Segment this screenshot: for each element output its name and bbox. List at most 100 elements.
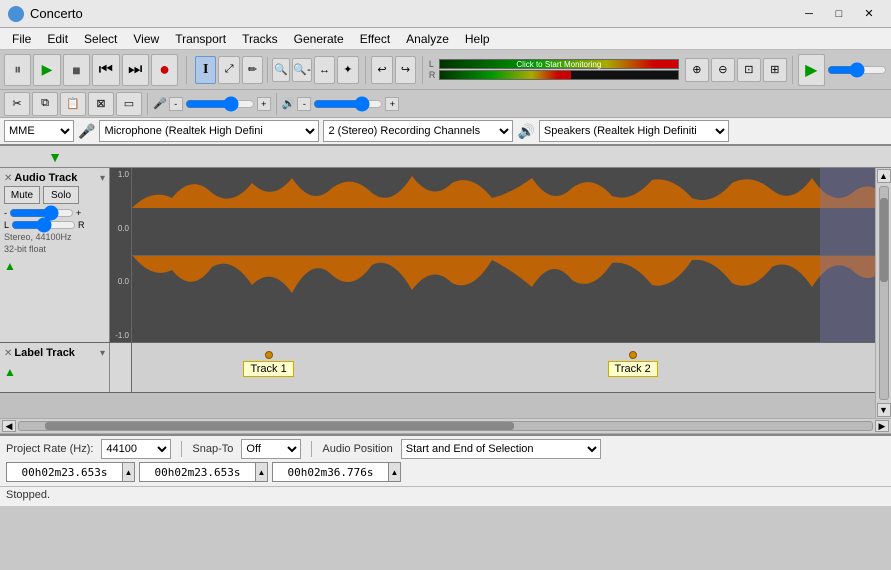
zoom-in-button[interactable]: 🔍 xyxy=(272,58,290,82)
menu-transport[interactable]: Transport xyxy=(167,30,234,48)
sep9 xyxy=(311,441,312,457)
hscroll-track[interactable] xyxy=(18,421,873,431)
label-track-content[interactable]: Track 1 Track 2 xyxy=(132,343,875,392)
audio-track-close-btn[interactable]: ✕ xyxy=(4,173,12,184)
silence-button[interactable]: ▭ xyxy=(116,92,142,116)
start-indicator[interactable]: ▼ xyxy=(48,149,62,165)
label-track-close-btn[interactable]: ✕ xyxy=(4,348,12,359)
stop-button[interactable]: ■ xyxy=(63,54,90,86)
vscroll-track[interactable] xyxy=(879,186,889,400)
multi-tool-button[interactable]: ✦ xyxy=(337,56,358,84)
vu-r-row: R xyxy=(429,70,679,80)
waveform-upper xyxy=(132,168,875,255)
close-button[interactable]: ✕ xyxy=(855,5,883,23)
skip-fwd-button[interactable]: ⏭ xyxy=(122,54,149,86)
trim-button[interactable]: ⊠ xyxy=(88,92,114,116)
solo-button[interactable]: Solo xyxy=(43,186,79,204)
pause-button[interactable]: ⏸ xyxy=(4,54,31,86)
audio-pos-spin-up[interactable]: ▲ xyxy=(122,463,134,481)
undo-button[interactable]: ↩ xyxy=(371,56,392,84)
zoom-full-button[interactable]: ⊞ xyxy=(763,58,787,82)
window-controls: ─ □ ✕ xyxy=(795,5,883,23)
selection-mode-select[interactable]: Start and End of Selection Start and Len… xyxy=(401,439,601,459)
zoom-out2-button[interactable]: ⊖ xyxy=(711,58,735,82)
draw-tool-button[interactable]: ✏ xyxy=(242,56,263,84)
start-time-spin[interactable]: ▲ xyxy=(255,463,267,481)
audio-track-content[interactable] xyxy=(132,168,875,342)
expand-icon[interactable]: ▲ xyxy=(4,259,16,273)
paste-button[interactable]: 📋 xyxy=(60,92,86,116)
audio-position-input[interactable] xyxy=(7,463,122,481)
label-track-expand[interactable]: ▲ xyxy=(4,365,105,379)
label-text-2[interactable]: Track 2 xyxy=(608,361,658,377)
zoom-fit-button[interactable]: ⊕ xyxy=(685,58,709,82)
scroll-down-button[interactable]: ▼ xyxy=(877,403,891,417)
vu-r-meter[interactable] xyxy=(439,70,679,80)
vu-monitor-label[interactable]: Click to Start Monitoring xyxy=(440,60,678,68)
menu-view[interactable]: View xyxy=(125,30,167,48)
pan-row: L R xyxy=(4,220,105,230)
cut-button[interactable]: ✂ xyxy=(4,92,30,116)
input-vol-up[interactable]: + xyxy=(257,97,271,111)
label-track-scale xyxy=(110,343,132,392)
vu-l-row: L Click to Start Monitoring xyxy=(429,59,679,69)
end-time-spin[interactable]: ▲ xyxy=(388,463,400,481)
audio-api-select[interactable]: MME DirectSound xyxy=(4,120,74,142)
menu-effect[interactable]: Effect xyxy=(352,30,398,48)
menu-edit[interactable]: Edit xyxy=(39,30,76,48)
end-time-input[interactable] xyxy=(273,463,388,481)
project-rate-select[interactable]: 44100 48000 22050 xyxy=(101,439,171,459)
title-bar: Concerto ─ □ ✕ xyxy=(0,0,891,28)
label-track-dropdown[interactable]: ▾ xyxy=(100,348,105,359)
time-shift-button[interactable]: ↔ xyxy=(314,56,335,84)
output-volume-slider[interactable] xyxy=(313,98,383,110)
skip-back-button[interactable]: ⏮ xyxy=(92,54,119,86)
mute-button[interactable]: Mute xyxy=(4,186,40,204)
vscroll-thumb[interactable] xyxy=(880,198,888,283)
play-at-speed-button[interactable]: ▶ xyxy=(798,54,825,86)
pan-slider[interactable] xyxy=(11,220,76,230)
play-button[interactable]: ▶ xyxy=(33,54,60,86)
label-expand-icon[interactable]: ▲ xyxy=(4,365,16,379)
playback-speed-slider[interactable] xyxy=(827,63,887,77)
hscroll-right-button[interactable]: ▶ xyxy=(875,420,889,432)
maximize-button[interactable]: □ xyxy=(825,5,853,23)
menu-generate[interactable]: Generate xyxy=(286,30,352,48)
scale-mid2: 0.0 xyxy=(110,277,129,286)
label-track-header: ✕ Label Track ▾ ▲ xyxy=(0,343,110,392)
scroll-up-button[interactable]: ▲ xyxy=(877,169,891,183)
zoom-sel-button[interactable]: ⊡ xyxy=(737,58,761,82)
hscroll-thumb[interactable] xyxy=(45,422,514,430)
selection-tool-button[interactable]: I xyxy=(195,56,216,84)
redo-button[interactable]: ↪ xyxy=(395,56,416,84)
menu-file[interactable]: File xyxy=(4,30,39,48)
minimize-button[interactable]: ─ xyxy=(795,5,823,23)
channels-select[interactable]: 2 (Stereo) Recording Channels 1 (Mono) R… xyxy=(323,120,513,142)
output-vol-down[interactable]: - xyxy=(297,97,311,111)
label-pin-2[interactable] xyxy=(629,351,637,359)
hscroll-left-button[interactable]: ◀ xyxy=(2,420,16,432)
menu-analyze[interactable]: Analyze xyxy=(398,30,457,48)
vu-r-fill xyxy=(440,71,571,79)
menu-tracks[interactable]: Tracks xyxy=(234,30,286,48)
menu-select[interactable]: Select xyxy=(76,30,125,48)
input-volume-slider[interactable] xyxy=(185,98,255,110)
label-track-name: Label Track xyxy=(14,347,98,359)
copy-button[interactable]: ⧉ xyxy=(32,92,58,116)
label-pin-1[interactable] xyxy=(265,351,273,359)
vu-l-meter[interactable]: Click to Start Monitoring xyxy=(439,59,679,69)
output-device-select[interactable]: Speakers (Realtek High Definiti xyxy=(539,120,729,142)
input-vol-down[interactable]: - xyxy=(169,97,183,111)
menu-help[interactable]: Help xyxy=(457,30,498,48)
snap-to-select[interactable]: Off On xyxy=(241,439,301,459)
track-expand-btn[interactable]: ▲ xyxy=(4,259,105,273)
envelope-tool-button[interactable]: ⤢ xyxy=(218,56,239,84)
start-time-input[interactable] xyxy=(140,463,255,481)
label-text-1[interactable]: Track 1 xyxy=(243,361,293,377)
input-device-select[interactable]: Microphone (Realtek High Defini xyxy=(99,120,319,142)
output-vol-up[interactable]: + xyxy=(385,97,399,111)
record-button[interactable]: ● xyxy=(151,54,178,86)
audio-track-dropdown[interactable]: ▾ xyxy=(100,173,105,184)
empty-track-area xyxy=(0,393,875,418)
zoom-out-button[interactable]: 🔍- xyxy=(292,58,311,82)
